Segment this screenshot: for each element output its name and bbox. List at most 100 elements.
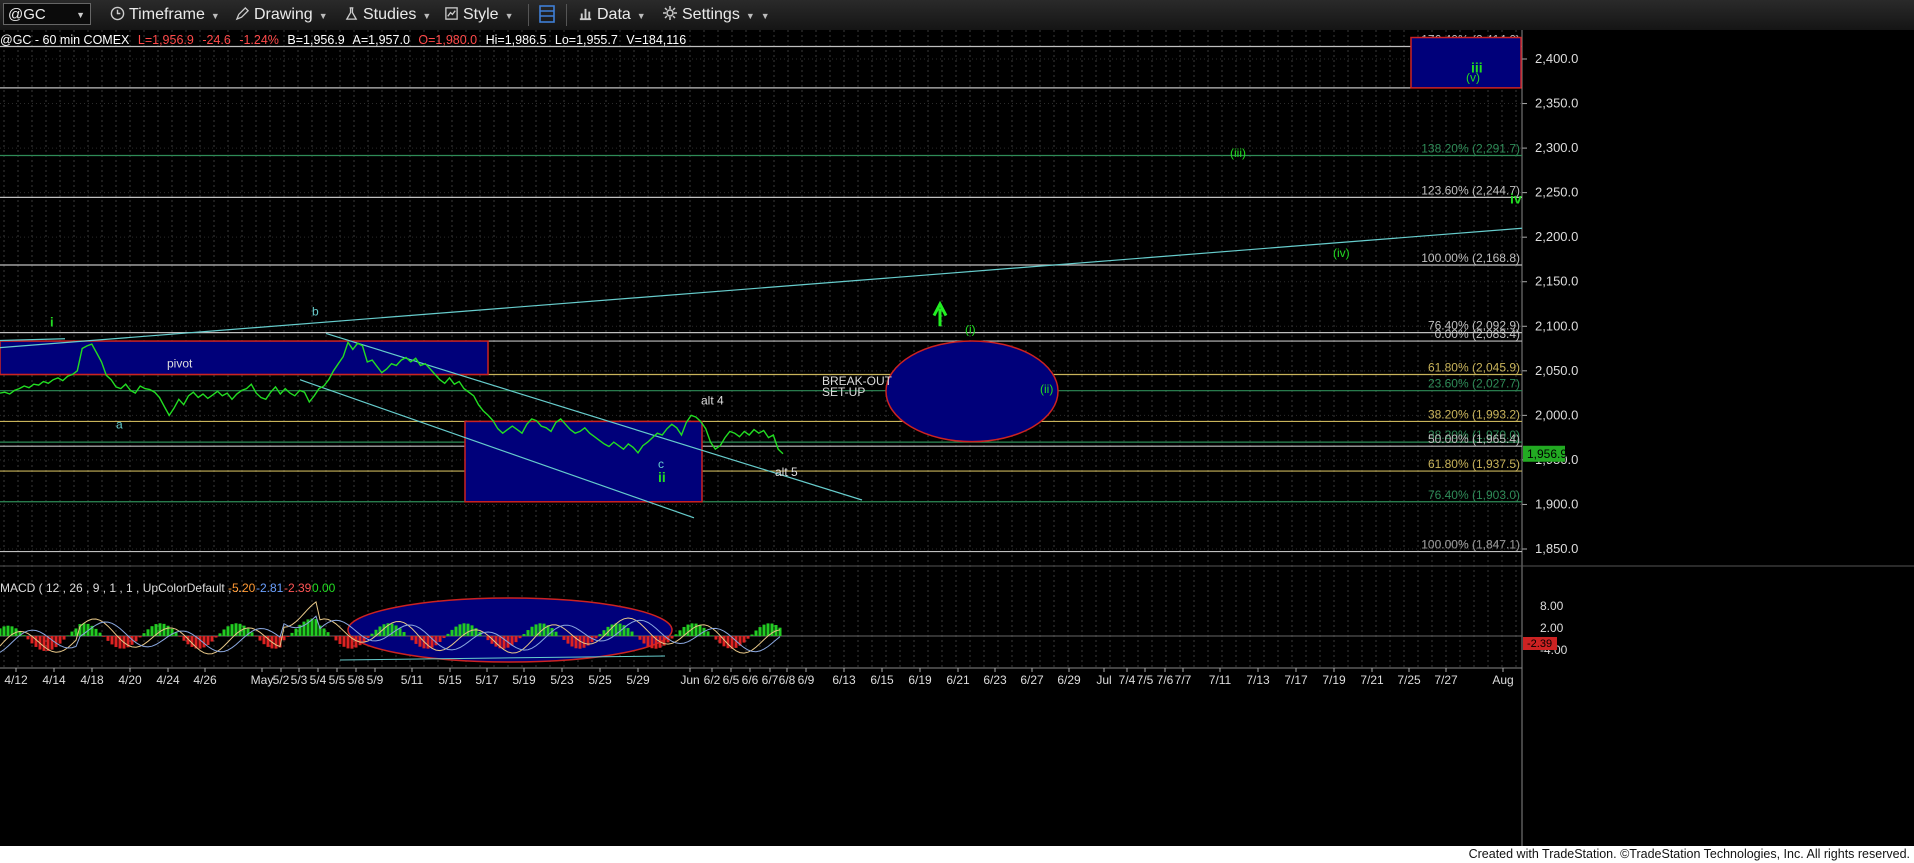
pivot-label: pivot	[167, 356, 193, 370]
time-tick-label: 6/29	[1057, 673, 1081, 687]
wave-ii-label: ii	[658, 469, 666, 485]
time-tick-label: 4/20	[118, 673, 142, 687]
time-tick-label: 7/5	[1137, 673, 1154, 687]
breakout-label-line2: SET-UP	[822, 385, 865, 399]
time-tick-label: 4/26	[193, 673, 217, 687]
time-tick-label: Jun	[680, 673, 699, 687]
fib-level-label: 50.00% (1,965.4)	[1428, 432, 1520, 446]
fib-level-label: 138.20% (2,291.7)	[1421, 141, 1520, 155]
time-tick-label: 7/21	[1360, 673, 1384, 687]
macd-label: MACD ( 12 , 26 , 9 , 1 , 1 , UpColorDefa…	[0, 581, 245, 595]
time-tick-label: 7/4	[1119, 673, 1136, 687]
time-tick-label: 5/11	[401, 673, 424, 687]
style-label: Style	[463, 6, 499, 23]
ask-price: A=1,957.0	[352, 33, 410, 47]
time-tick-label: 6/2	[704, 673, 721, 687]
drawing-label: Drawing	[254, 6, 313, 23]
macd-tick-label: 8.00	[1540, 599, 1564, 613]
fib-level-label-overlay: 100.00% (1,847.1)	[1421, 538, 1520, 552]
macd-value: -2.39	[284, 581, 312, 595]
fib-level-label: 61.80% (1,937.5)	[1428, 457, 1520, 471]
fib-level-label: 23.60% (2,027.7)	[1428, 377, 1520, 391]
pct-change: -1.24%	[239, 33, 279, 47]
time-tick-label: 6/27	[1020, 673, 1044, 687]
time-tick-label: 7/11	[1209, 673, 1232, 687]
time-tick-label: 7/19	[1322, 673, 1346, 687]
time-tick-label: 5/29	[626, 673, 650, 687]
wave-i-label: i	[50, 314, 54, 329]
style-button[interactable]: Style ▼	[444, 4, 514, 26]
time-tick-label: 7/7	[1175, 673, 1192, 687]
symbol-input[interactable]: @GC ▼	[3, 3, 91, 25]
time-tick-label: May	[251, 673, 274, 687]
bar-chart-icon	[579, 8, 592, 21]
wave-sub-ii-label: (ii)	[1040, 382, 1053, 396]
footer: Created with TradeStation. ©TradeStation…	[0, 846, 1914, 863]
low-price: Lo=1,955.7	[554, 33, 618, 47]
time-tick-label: 5/17	[475, 673, 499, 687]
breakout-ellipse	[885, 340, 1059, 443]
chevron-down-icon: ▼	[76, 10, 85, 20]
studies-label: Studies	[363, 6, 417, 23]
time-tick-label: 5/15	[438, 673, 462, 687]
copyright-text: Created with TradeStation. ©TradeStation…	[1468, 847, 1910, 861]
layout-button[interactable]	[537, 4, 557, 26]
wave-sub-iii-label: (iii)	[1230, 146, 1246, 160]
time-tick-label: 7/25	[1397, 673, 1421, 687]
data-button[interactable]: Data ▼	[578, 4, 646, 26]
fib-level-label: 76.40% (1,903.0)	[1428, 488, 1520, 502]
pencil-icon	[235, 6, 250, 21]
time-tick-label: 7/13	[1246, 673, 1270, 687]
data-label: Data	[597, 6, 631, 23]
gear-icon	[663, 6, 677, 20]
bid-price: B=1,956.9	[287, 33, 345, 47]
time-tick-label: 6/8	[779, 673, 796, 687]
price-chart[interactable]: 2,400.0 2,350.0 2,300.0 2,250.0 2,200.0 2,150…	[0, 30, 1914, 846]
time-tick-label: 4/14	[42, 673, 66, 687]
chevron-down-icon: ▼	[422, 11, 432, 21]
time-tick-label: 5/5	[329, 673, 346, 687]
chevron-down-icon: ▼	[760, 11, 770, 21]
time-tick-label: 6/7	[762, 673, 779, 687]
drawing-button[interactable]: Drawing ▼	[235, 4, 328, 26]
time-tick-label: 6/9	[798, 673, 815, 687]
price-tick-label: 2,150.0	[1535, 274, 1578, 289]
style-icon	[445, 7, 458, 20]
time-tick-label: 5/2	[273, 673, 290, 687]
macd-value: -5.20	[228, 581, 256, 595]
time-tick-label: 7/17	[1284, 673, 1308, 687]
chevron-down-icon: ▼	[636, 11, 646, 21]
time-tick-label: 5/25	[588, 673, 612, 687]
timeframe-button[interactable]: Timeframe ▼	[110, 4, 220, 26]
wave-a-label: a	[116, 418, 123, 432]
toolbar: @GC ▼ Timeframe ▼ Drawing ▼ Studies ▼ Style…	[0, 0, 1914, 31]
chevron-down-icon: ▼	[745, 11, 755, 21]
price-tick-label: 2,400.0	[1535, 51, 1578, 66]
macd-last-label: -2.39	[1527, 638, 1552, 650]
time-tick-label: 4/12	[4, 673, 28, 687]
fib-level-label: 38.20% (1,993.2)	[1428, 407, 1520, 421]
macd-value: 0.00	[312, 581, 336, 595]
toolbar-divider	[566, 4, 567, 26]
macd-value: -2.81	[256, 581, 284, 595]
last-price: L=1,956.9	[137, 33, 194, 47]
time-tick-label: 6/5	[723, 673, 740, 687]
time-tick-label: 6/13	[832, 673, 856, 687]
time-tick-label: 5/9	[367, 673, 384, 687]
alt4-label: alt 4	[701, 394, 724, 408]
clock-icon	[110, 6, 125, 21]
studies-button[interactable]: Studies ▼	[344, 4, 431, 26]
fib-level-label: 61.80% (2,045.9)	[1428, 360, 1520, 374]
time-tick-label: 5/19	[512, 673, 536, 687]
open-price: O=1,980.0	[418, 33, 478, 47]
time-tick-label: 4/24	[156, 673, 180, 687]
settings-button[interactable]: Settings ▼ ▼	[662, 4, 770, 26]
wave-ii-box	[464, 420, 703, 503]
price-tick-label: 1,900.0	[1535, 496, 1578, 511]
time-tick-label: 5/4	[310, 673, 327, 687]
alt5-label: alt 5	[775, 465, 798, 479]
settings-label: Settings	[682, 6, 740, 23]
price-tick-label: 2,100.0	[1535, 318, 1578, 333]
time-tick-label: 6/19	[908, 673, 932, 687]
high-price: Hi=1,986.5	[485, 33, 547, 47]
